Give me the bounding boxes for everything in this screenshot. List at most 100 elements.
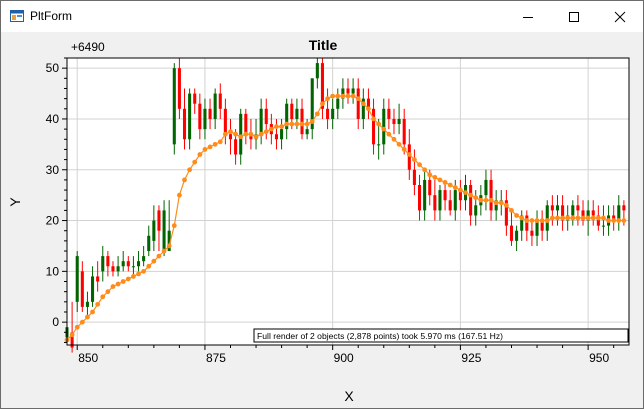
candle-body	[555, 205, 560, 211]
candle-body	[397, 118, 401, 125]
candle-body	[280, 129, 284, 140]
candle-body	[382, 108, 386, 145]
candle-body	[208, 108, 212, 119]
candle-body	[172, 68, 176, 145]
moving-average-marker	[125, 276, 131, 282]
moving-average-marker	[498, 200, 504, 206]
moving-average-marker	[79, 319, 85, 325]
x-tick-label: 925	[461, 351, 481, 365]
moving-average-marker	[207, 144, 213, 150]
moving-average-marker	[233, 131, 239, 137]
candle-body	[147, 235, 151, 252]
candle-body	[213, 93, 217, 119]
moving-average-marker	[243, 131, 249, 137]
moving-average-marker	[437, 177, 443, 183]
moving-average-marker	[136, 271, 141, 277]
moving-average-marker	[309, 119, 315, 124]
moving-average-marker	[217, 139, 223, 145]
candle-body	[489, 179, 493, 211]
candle-body	[300, 108, 304, 135]
moving-average-marker	[182, 177, 187, 183]
candle-body	[80, 271, 84, 307]
moving-average-marker	[187, 167, 193, 173]
maximize-button[interactable]	[551, 1, 597, 32]
candle-body	[550, 205, 554, 211]
candle-body	[198, 103, 202, 130]
moving-average-marker	[401, 147, 407, 152]
moving-average-marker	[238, 134, 244, 140]
moving-average-marker	[606, 218, 611, 223]
candle-body	[142, 256, 146, 262]
candle-body	[259, 108, 263, 135]
benchmark-text: Full render of 2 objects (2,878 points) …	[257, 331, 503, 341]
y-tick-label: 20	[46, 214, 60, 228]
moving-average-marker	[197, 152, 203, 157]
title-bar[interactable]: PltForm	[1, 1, 643, 32]
moving-average-marker	[503, 202, 509, 208]
y-tick-label: 50	[46, 61, 60, 75]
candle-body	[412, 169, 416, 185]
candle-body	[91, 276, 95, 302]
moving-average-marker	[585, 215, 591, 221]
moving-average-marker	[304, 121, 310, 127]
moving-average-marker	[483, 197, 489, 203]
candle-body	[315, 63, 319, 79]
candle-body	[223, 108, 227, 135]
moving-average-marker	[432, 174, 438, 180]
candle-body	[433, 195, 437, 211]
candle-body	[448, 200, 452, 211]
candle-body	[622, 205, 626, 211]
moving-average-marker	[345, 93, 351, 99]
candle-body	[85, 301, 89, 307]
moving-average-marker	[366, 106, 371, 112]
moving-average-marker	[616, 218, 622, 223]
candle-body	[75, 256, 79, 302]
candle-body	[96, 276, 100, 282]
close-button[interactable]	[597, 1, 643, 32]
candle-body	[182, 108, 187, 140]
candle-body	[392, 118, 396, 125]
candle-body	[377, 144, 381, 146]
y-tick-label: 40	[46, 112, 60, 126]
moving-average-marker	[161, 248, 167, 254]
moving-average-marker	[519, 215, 525, 221]
candle-body	[509, 225, 514, 241]
moving-average-marker	[115, 281, 121, 287]
y-tick-label: 30	[46, 163, 60, 177]
candle-body	[423, 179, 427, 211]
window-title: PltForm	[30, 9, 72, 23]
moving-average-marker	[580, 215, 586, 221]
candle-body	[126, 261, 130, 267]
candle-body	[484, 179, 488, 196]
moving-average-marker	[105, 289, 111, 295]
moving-average-marker	[299, 121, 305, 127]
candle-body	[372, 108, 376, 145]
moving-average-marker	[458, 187, 463, 193]
moving-average-marker	[212, 141, 218, 147]
candle-body	[121, 261, 125, 267]
moving-average-marker	[570, 215, 576, 221]
moving-average-marker	[386, 131, 392, 137]
moving-average-marker	[565, 215, 571, 221]
moving-average-marker	[110, 284, 116, 289]
candle-body	[106, 256, 110, 267]
moving-average-marker	[529, 218, 535, 223]
moving-average-marker	[95, 301, 101, 307]
candle-body	[131, 266, 135, 268]
candle-body	[290, 103, 294, 119]
plot-area[interactable]: Title +6490 X Y 850 875 900 925 950 0 10 20 30 40…	[1, 32, 643, 408]
moving-average-marker	[427, 172, 433, 178]
moving-average-marker	[289, 121, 295, 127]
moving-average-marker	[355, 96, 361, 102]
candle-body	[264, 108, 268, 125]
moving-average-marker	[391, 136, 397, 142]
moving-average-marker	[131, 274, 136, 279]
candle-body	[469, 184, 473, 216]
candle-body	[101, 256, 105, 272]
moving-average-marker	[376, 121, 382, 127]
candle-body	[351, 88, 355, 94]
candle-body	[193, 93, 197, 104]
candle-body	[474, 205, 478, 216]
moving-average-marker	[488, 197, 494, 203]
minimize-button[interactable]	[505, 1, 551, 32]
